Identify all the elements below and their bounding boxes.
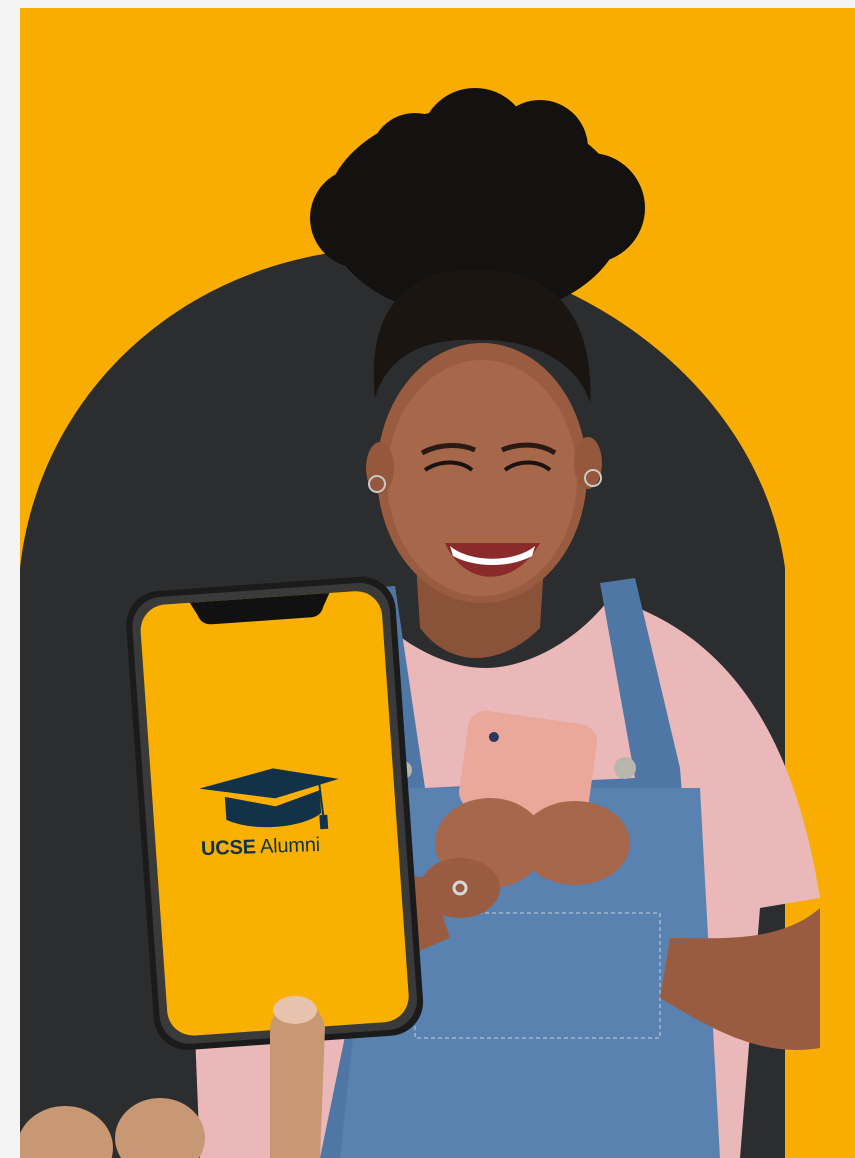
hero-illustration [20,88,821,1158]
brand-name-bold: UCSE [200,836,257,861]
app-brand-name: UCSE Alumni [201,834,321,861]
brand-name-light: Alumni [259,833,321,859]
hero-banner: UCSE Alumni [20,8,855,1158]
